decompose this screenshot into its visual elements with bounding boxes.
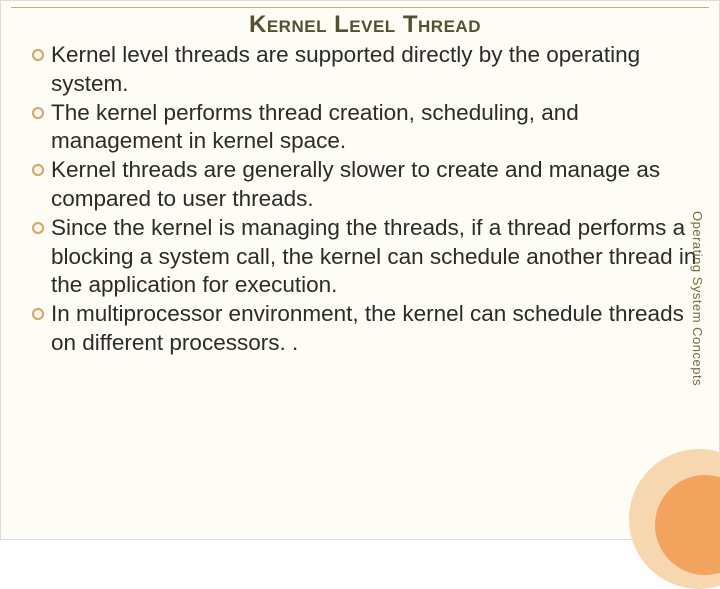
slide: Kernel Level Thread Kernel level threads… <box>0 0 720 540</box>
bullet-icon <box>31 163 47 179</box>
list-item-text: The kernel performs thread creation, sch… <box>51 99 699 157</box>
list-item: The kernel performs thread creation, sch… <box>31 99 699 157</box>
slide-title: Kernel Level Thread <box>31 11 699 39</box>
bullet-icon <box>31 221 47 237</box>
list-item-text: Kernel threads are generally slower to c… <box>51 156 699 214</box>
content-area: Kernel level threads are supported direc… <box>31 41 699 358</box>
list-item-text: In multiprocessor environment, the kerne… <box>51 300 699 358</box>
list-item: Kernel threads are generally slower to c… <box>31 156 699 214</box>
list-item-text: Since the kernel is managing the threads… <box>51 214 699 300</box>
bullet-icon <box>31 307 47 323</box>
bullet-icon <box>31 48 47 64</box>
list-item: In multiprocessor environment, the kerne… <box>31 300 699 358</box>
list-item: Since the kernel is managing the threads… <box>31 214 699 300</box>
list-item: Kernel level threads are supported direc… <box>31 41 699 99</box>
top-rule <box>11 7 709 8</box>
list-item-text: Kernel level threads are supported direc… <box>51 41 699 99</box>
bullet-icon <box>31 106 47 122</box>
side-label: Operating System Concepts <box>690 211 705 386</box>
